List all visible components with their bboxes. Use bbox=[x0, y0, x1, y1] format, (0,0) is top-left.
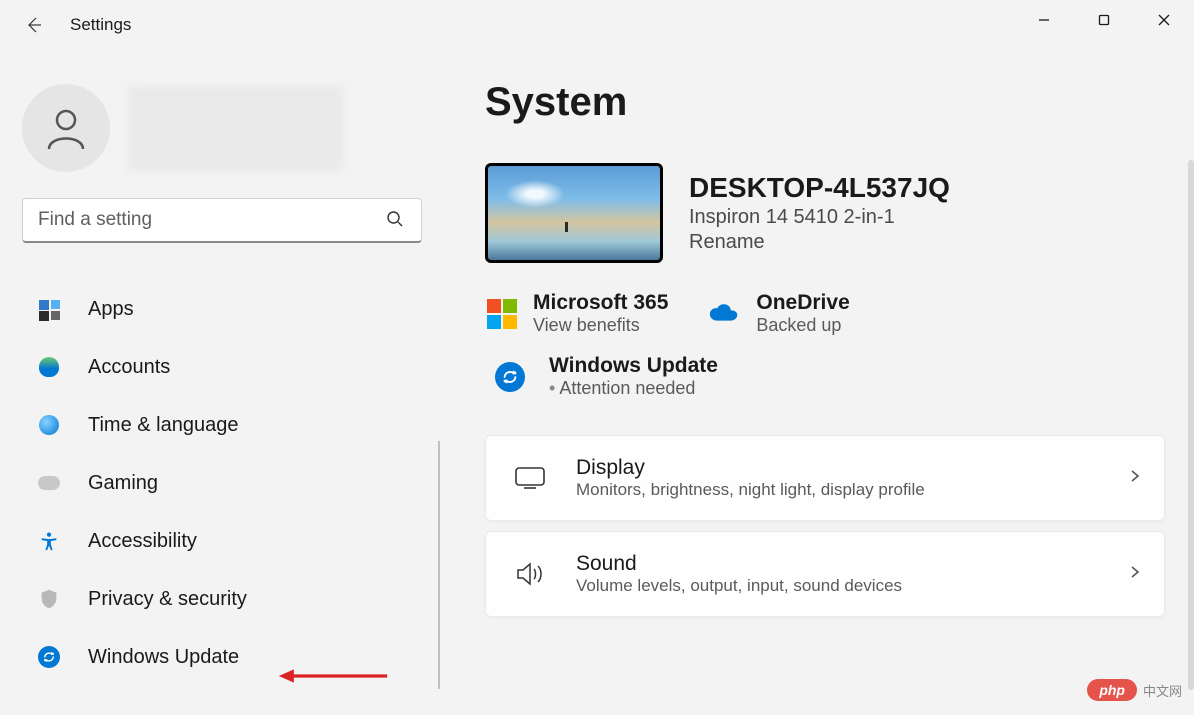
card-sound[interactable]: Sound Volume levels, output, input, soun… bbox=[485, 531, 1165, 617]
chevron-right-icon bbox=[1128, 565, 1142, 584]
titlebar: Settings bbox=[0, 0, 1194, 50]
nav-list: Apps Accounts Time & language Gaming Acc… bbox=[22, 283, 440, 683]
sidebar-item-time-language[interactable]: Time & language bbox=[22, 399, 440, 451]
accounts-icon bbox=[36, 354, 62, 380]
status-title: Microsoft 365 bbox=[533, 291, 668, 315]
account-section[interactable] bbox=[22, 84, 440, 172]
sidebar-item-privacy-security[interactable]: Privacy & security bbox=[22, 573, 440, 625]
sidebar-item-label: Time & language bbox=[88, 414, 238, 437]
sidebar-item-label: Accounts bbox=[88, 356, 170, 379]
scrollbar-main[interactable] bbox=[1188, 160, 1194, 690]
accessibility-icon bbox=[36, 528, 62, 554]
card-subtitle: Monitors, brightness, night light, displ… bbox=[576, 480, 1128, 500]
avatar bbox=[22, 84, 110, 172]
close-button[interactable] bbox=[1134, 0, 1194, 40]
sidebar-item-apps[interactable]: Apps bbox=[22, 283, 440, 335]
shield-icon bbox=[36, 586, 62, 612]
status-windows-update[interactable]: Windows Update Attention needed bbox=[485, 354, 1184, 399]
watermark-text: 中文网 bbox=[1143, 681, 1182, 700]
search-input[interactable] bbox=[38, 209, 386, 231]
page-heading: System bbox=[485, 80, 1184, 125]
time-language-icon bbox=[36, 412, 62, 438]
device-section: DESKTOP-4L537JQ Inspiron 14 5410 2-in-1 … bbox=[485, 163, 1184, 263]
display-icon bbox=[512, 460, 548, 496]
window-title: Settings bbox=[70, 15, 131, 35]
sidebar-item-accounts[interactable]: Accounts bbox=[22, 341, 440, 393]
onedrive-icon bbox=[708, 297, 742, 331]
sidebar: Apps Accounts Time & language Gaming Acc… bbox=[0, 50, 440, 715]
main-content: System DESKTOP-4L537JQ Inspiron 14 5410 … bbox=[440, 50, 1194, 715]
gaming-icon bbox=[36, 470, 62, 496]
maximize-button[interactable] bbox=[1074, 0, 1134, 40]
minimize-button[interactable] bbox=[1014, 0, 1074, 40]
windows-update-icon bbox=[36, 644, 62, 670]
sidebar-item-gaming[interactable]: Gaming bbox=[22, 457, 440, 509]
back-button[interactable] bbox=[22, 13, 46, 37]
card-subtitle: Volume levels, output, input, sound devi… bbox=[576, 576, 1128, 596]
sidebar-item-label: Apps bbox=[88, 298, 134, 321]
device-name: DESKTOP-4L537JQ bbox=[689, 172, 950, 204]
device-model: Inspiron 14 5410 2-in-1 bbox=[689, 206, 950, 229]
windows-update-status-icon bbox=[495, 362, 525, 392]
status-microsoft-365[interactable]: Microsoft 365 View benefits bbox=[485, 291, 668, 336]
device-rename-link[interactable]: Rename bbox=[689, 231, 950, 254]
sidebar-item-label: Accessibility bbox=[88, 530, 197, 553]
sidebar-item-label: Windows Update bbox=[88, 646, 239, 669]
chevron-right-icon bbox=[1128, 469, 1142, 488]
sidebar-item-label: Gaming bbox=[88, 472, 158, 495]
annotation-arrow bbox=[268, 666, 398, 686]
status-title: OneDrive bbox=[756, 291, 849, 315]
sidebar-item-accessibility[interactable]: Accessibility bbox=[22, 515, 440, 567]
status-title: Windows Update bbox=[549, 354, 718, 378]
search-icon bbox=[386, 210, 406, 230]
card-title: Sound bbox=[576, 552, 1128, 576]
status-subtitle: View benefits bbox=[533, 315, 668, 336]
card-title: Display bbox=[576, 456, 1128, 480]
sidebar-item-label: Privacy & security bbox=[88, 588, 247, 611]
microsoft-365-icon bbox=[485, 297, 519, 331]
status-row: Microsoft 365 View benefits OneDrive Bac… bbox=[485, 291, 1184, 336]
account-name-redacted bbox=[128, 86, 343, 171]
watermark: php 中文网 bbox=[1087, 679, 1182, 701]
status-subtitle: Attention needed bbox=[549, 378, 718, 399]
sound-icon bbox=[512, 556, 548, 592]
status-subtitle: Backed up bbox=[756, 315, 849, 336]
apps-icon bbox=[36, 296, 62, 322]
device-thumbnail bbox=[485, 163, 663, 263]
status-onedrive[interactable]: OneDrive Backed up bbox=[708, 291, 849, 336]
window-controls bbox=[1014, 0, 1194, 40]
card-display[interactable]: Display Monitors, brightness, night ligh… bbox=[485, 435, 1165, 521]
watermark-pill: php bbox=[1087, 679, 1137, 701]
search-box[interactable] bbox=[22, 198, 422, 243]
